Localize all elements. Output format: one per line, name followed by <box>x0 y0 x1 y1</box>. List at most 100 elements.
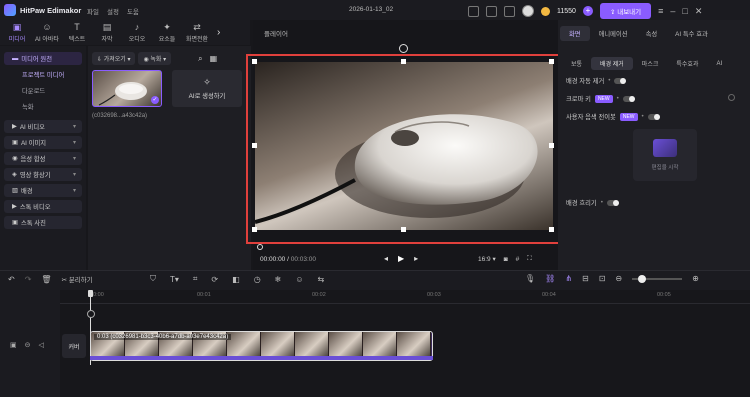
subtab-ai[interactable]: AI <box>707 59 731 69</box>
speed-icon[interactable]: ◷ <box>254 275 261 284</box>
tab-audio[interactable]: ♪ 오디오 <box>123 20 151 45</box>
export-button[interactable]: ⇪ 내보내기 <box>599 3 652 19</box>
nav-ai-video[interactable]: ▶ AI 비디오 ▾ <box>4 120 82 133</box>
auto-bg-remove-toggle[interactable] <box>614 77 627 84</box>
face-icon[interactable]: ☺ <box>295 275 303 284</box>
tab-ai-effects[interactable]: AI 특수 효과 <box>666 26 717 41</box>
nav-ai-image[interactable]: ▣ AI 이미지 ▾ <box>4 136 82 149</box>
tab-transition[interactable]: ⇄ 화면전환 <box>183 20 211 45</box>
link-icon[interactable]: ⛓ <box>545 274 555 283</box>
zoom-slider-knob[interactable] <box>638 274 647 283</box>
grid-view-icon[interactable]: ▦ <box>210 54 218 63</box>
grid-icon[interactable]: # <box>516 256 520 263</box>
fit-icon[interactable]: ⊟ <box>582 274 589 283</box>
tab-ai-avatar[interactable]: ☺ AI 아바타 <box>33 20 61 45</box>
bg-blur-toggle[interactable] <box>606 199 619 206</box>
track-visibility-icon[interactable]: ▣ <box>10 341 17 349</box>
text-tool-icon[interactable]: T▾ <box>170 275 179 284</box>
menu-icon[interactable]: ≡ <box>658 6 663 16</box>
rotate-handle-icon[interactable] <box>399 44 408 53</box>
play-icon[interactable]: ▶ <box>398 254 404 263</box>
tab-screen[interactable]: 화면 <box>560 26 590 41</box>
feedback-icon[interactable] <box>468 5 479 17</box>
track-mute-icon[interactable]: ◁ <box>39 341 44 349</box>
subtab-bg-remove[interactable]: 배경 제거 <box>591 57 633 70</box>
add-credits-button[interactable]: + <box>582 6 593 16</box>
playhead-handle[interactable] <box>88 290 93 297</box>
tab-subtitle[interactable]: ▤ 자막 <box>93 20 121 45</box>
resize-handle[interactable] <box>401 227 406 232</box>
transform-selection-box[interactable] <box>246 54 561 244</box>
freeze-icon[interactable]: ❄ <box>275 275 282 284</box>
tab-text[interactable]: T 텍스트 <box>63 20 91 45</box>
undo-icon[interactable]: ↶ <box>8 275 15 284</box>
media-thumbnail[interactable]: ✓ <box>92 70 162 107</box>
next-frame-icon[interactable]: ▸ <box>414 254 418 263</box>
screen-icon[interactable] <box>504 5 515 17</box>
nav-background[interactable]: ▧ 배경 ▾ <box>4 184 82 197</box>
nav-record[interactable]: 녹화 <box>4 100 82 113</box>
subtab-basic[interactable]: 보통 <box>562 57 591 70</box>
nav-video-enhancer[interactable]: ◈ 영상 향상기 ▾ <box>4 168 82 181</box>
nav-stock-photo[interactable]: ▣ 스톡 사진 <box>4 216 82 229</box>
time-ruler[interactable] <box>60 290 750 304</box>
import-button[interactable]: ⇩ 가져오기 ▾ <box>92 52 136 65</box>
tab-elements[interactable]: ✦ 요소들 <box>153 20 181 45</box>
resize-handle[interactable] <box>549 59 554 64</box>
subtab-mask[interactable]: 마스크 <box>633 57 668 70</box>
nav-download[interactable]: 다운로드 <box>4 84 82 97</box>
resize-handle[interactable] <box>252 227 257 232</box>
previous-frame-icon[interactable]: ◂ <box>384 254 388 263</box>
search-icon[interactable]: ⌕ <box>198 54 202 64</box>
resize-handle[interactable] <box>401 59 406 64</box>
rotate-icon[interactable]: ⟳ <box>211 275 218 284</box>
menu-help[interactable]: 도움 <box>127 6 139 16</box>
record-button[interactable]: ◉ 녹화 ▾ <box>138 52 172 65</box>
close-icon[interactable]: ✕ <box>695 6 703 17</box>
add-track-icon[interactable] <box>87 310 95 318</box>
menu-file[interactable]: 파일 <box>87 6 99 16</box>
chevron-right-icon[interactable]: › <box>217 27 220 38</box>
start-edit-card[interactable]: 편집을 시작 <box>633 129 697 181</box>
redo-icon[interactable]: ↷ <box>25 275 32 284</box>
resize-handle[interactable] <box>252 143 257 148</box>
zoom-in-icon[interactable]: ⊕ <box>692 274 699 283</box>
replace-icon[interactable]: ⇆ <box>318 275 325 284</box>
fullscreen-icon[interactable]: ⛶ <box>527 255 532 263</box>
zoom-out-icon[interactable]: ⊖ <box>615 274 622 283</box>
zoom-slider[interactable] <box>632 274 683 283</box>
subtab-special-effects[interactable]: 특수효과 <box>667 57 707 70</box>
resize-handle[interactable] <box>549 143 554 148</box>
magnet-icon[interactable]: ⋔ <box>565 274 572 283</box>
mail-icon[interactable] <box>486 5 497 17</box>
snapshot-icon[interactable]: ◙ <box>504 256 508 263</box>
scrub-position-icon[interactable] <box>257 244 263 250</box>
microphone-icon[interactable]: 🎙 <box>525 274 535 283</box>
nav-project-media[interactable]: 프로젝트 미디어 <box>4 68 82 81</box>
split-button[interactable]: ✂ 분리하기 <box>62 274 93 284</box>
resize-handle[interactable] <box>549 227 554 232</box>
nav-voice-synthesis[interactable]: ◉ 음성 합성 ▾ <box>4 152 82 165</box>
tab-animation[interactable]: 애니메이션 <box>590 26 637 41</box>
nav-stock-video[interactable]: ▶ 스톡 비디오 <box>4 200 82 213</box>
chroma-key-toggle[interactable] <box>622 95 635 102</box>
ai-generate-button[interactable]: ✧ AI로 생성하기 <box>172 70 242 107</box>
shield-icon[interactable]: ⛉ <box>150 274 156 284</box>
aspect-ratio-select[interactable]: 16:9 ▾ <box>478 255 496 263</box>
maximize-icon[interactable]: □ <box>682 6 687 16</box>
crop-icon[interactable]: ⌗ <box>193 274 198 284</box>
tab-properties[interactable]: 속성 <box>637 26 667 41</box>
avatar[interactable] <box>522 5 534 17</box>
tab-media[interactable]: ▣ 미디어 <box>3 20 31 45</box>
menu-settings[interactable]: 설정 <box>107 6 119 16</box>
reset-icon[interactable] <box>728 94 735 101</box>
nav-media-source[interactable]: ▬ 미디어 원천 <box>4 52 82 65</box>
cover-button[interactable]: 커버 <box>62 334 86 358</box>
resize-handle[interactable] <box>252 59 257 64</box>
human-remove-toggle[interactable] <box>647 113 660 120</box>
delete-icon[interactable]: 🗑 <box>41 275 51 284</box>
mirror-icon[interactable]: ◧ <box>232 275 240 284</box>
minimize-icon[interactable]: – <box>670 6 675 16</box>
track-lock-icon[interactable]: ⊝ <box>25 341 31 349</box>
compare-icon[interactable]: ⊡ <box>599 274 606 283</box>
